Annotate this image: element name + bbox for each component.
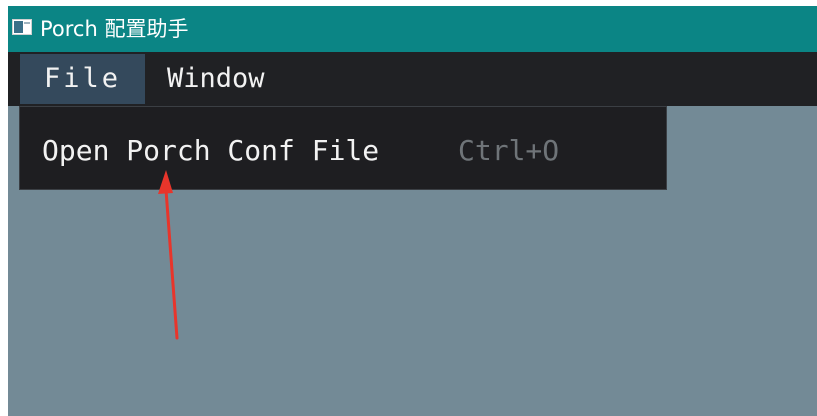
file-menu-dropdown: Open Porch Conf File Ctrl+O [19,106,667,190]
title-bar[interactable]: Porch 配置助手 [8,6,817,52]
app-window-icon [12,19,32,35]
menu-bar: File Window [8,52,817,106]
menu-item-label: Open Porch Conf File [42,134,380,167]
menu-file[interactable]: File [20,54,145,104]
app-window: Porch 配置助手 File Window Open Porch Conf F… [8,6,817,416]
menu-item-shortcut: Ctrl+O [458,134,560,167]
menu-item-open-porch-conf-file[interactable]: Open Porch Conf File Ctrl+O [20,107,666,189]
window-title: Porch 配置助手 [40,17,189,41]
menu-window[interactable]: Window [167,54,265,104]
